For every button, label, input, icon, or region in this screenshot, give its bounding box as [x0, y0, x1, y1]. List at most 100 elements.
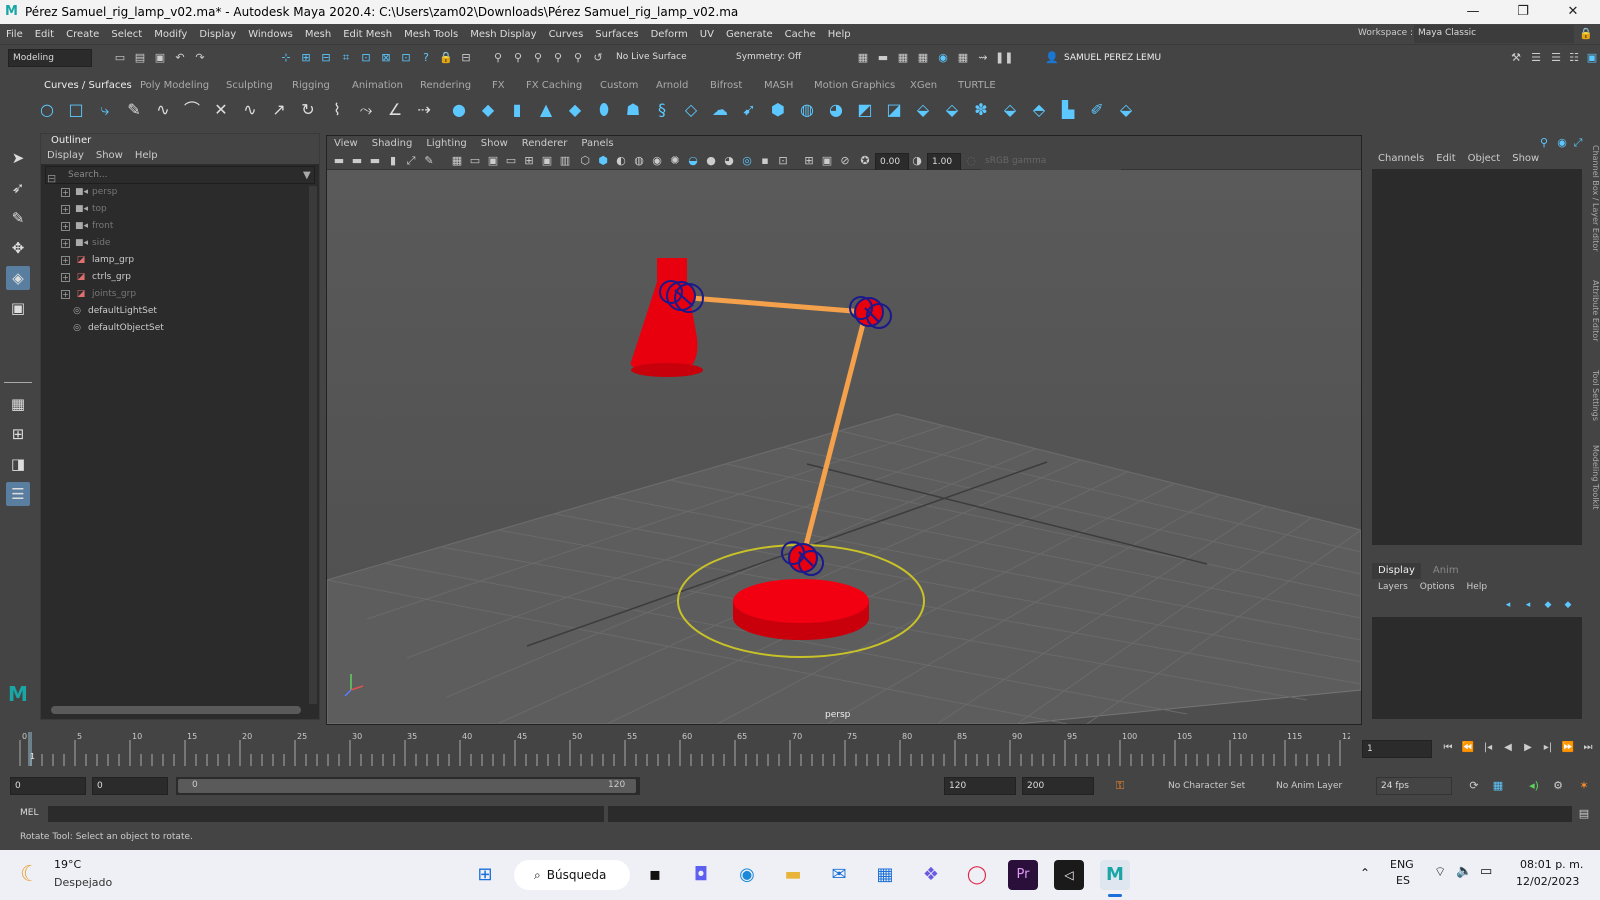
range-slider-handle[interactable]: 0 120 [178, 779, 636, 793]
arnold-ipr-icon[interactable]: ⇝ [975, 50, 991, 66]
bookmarks-icon[interactable]: ▬ [367, 153, 383, 169]
image-plane-icon[interactable]: ▮ [385, 153, 401, 169]
project-curve-icon[interactable]: ◍ [796, 99, 818, 121]
open-scene-icon[interactable]: ▤ [132, 50, 148, 66]
nurbs-cylinder-icon[interactable]: ▮ [506, 99, 528, 121]
task-view-icon[interactable]: ▪ [640, 860, 670, 890]
safe-title-icon[interactable]: ▥ [557, 153, 573, 169]
shelf-tab-fx-caching[interactable]: FX Caching [526, 78, 582, 94]
save-scene-icon[interactable]: ▣ [152, 50, 168, 66]
expand-icon[interactable]: + [61, 255, 70, 265]
extend-surface-icon[interactable]: ⬘ [1028, 99, 1050, 121]
step-forward-key-icon[interactable]: ▸| [1540, 740, 1556, 756]
output-icon[interactable]: ⚲ [530, 50, 546, 66]
new-layer-selected-icon[interactable]: ◆ [1560, 597, 1576, 613]
playback-end-field[interactable]: 120 [944, 777, 1016, 795]
lock-icon[interactable]: 🔒 [1578, 26, 1594, 42]
play-backward-icon[interactable]: ◀ [1500, 740, 1516, 756]
expand-icon[interactable]: + [61, 204, 70, 214]
clock-time[interactable]: 08:01 p. m. [1520, 858, 1583, 871]
start-time-field[interactable]: 0 [10, 777, 86, 795]
lamp-base[interactable] [733, 579, 869, 640]
step-back-icon[interactable]: ⏪ [1460, 740, 1476, 756]
ep-curve-icon[interactable]: ✎ [123, 99, 145, 121]
start-icon[interactable]: ⊞ [470, 860, 500, 890]
insert-isoparm-icon[interactable]: ⬙ [999, 99, 1021, 121]
symmetry-dropdown[interactable]: Symmetry: Off [732, 49, 812, 67]
premiere-icon[interactable]: Pr [1008, 860, 1038, 890]
weather-temp[interactable]: 19°C [54, 858, 81, 871]
minimize-button[interactable]: — [1450, 0, 1496, 24]
shelf-tab-curves-surfaces[interactable]: Curves / Surfaces [44, 78, 132, 94]
mail-icon[interactable]: ✉ [824, 860, 854, 890]
language-secondary[interactable]: ES [1396, 874, 1410, 887]
side-tab-modeling-toolkit[interactable]: Modeling Toolkit [1586, 445, 1600, 509]
detach-surfaces-icon[interactable]: ⬙ [941, 99, 963, 121]
viewport-menu-panels[interactable]: Panels [574, 136, 620, 152]
step-back-key-icon[interactable]: |◂ [1480, 740, 1496, 756]
side-tab-attribute-editor[interactable]: Attribute Editor [1586, 280, 1600, 342]
gate-mask-icon[interactable]: ▭ [503, 153, 519, 169]
redo-icon[interactable]: ↷ [192, 50, 208, 66]
layer-tab-display[interactable]: Display [1372, 563, 1421, 579]
outliner-menu-show[interactable]: Show [90, 148, 129, 164]
camera-attributes-icon[interactable]: ▬ [349, 153, 365, 169]
channel-box-settings-icon[interactable]: ◉ [1554, 135, 1570, 151]
time-ruler[interactable]: 0 5 10 15 20 25 30 35 40 45 50 55 60 65 70 75 80 85 90 95 10… [10, 730, 1350, 768]
move-layer-down-icon[interactable]: ◂ [1520, 597, 1536, 613]
planar-icon[interactable]: ◇ [680, 99, 702, 121]
channel-menu-object[interactable]: Object [1462, 151, 1507, 167]
live-surface-field[interactable]: No Live Surface [612, 49, 702, 67]
backface-culling-icon[interactable]: ⊘ [837, 153, 853, 169]
intersect-surfaces-icon[interactable]: ◕ [825, 99, 847, 121]
scale-tool-icon[interactable]: ▣ [6, 296, 30, 320]
resolution-gate-icon[interactable]: ▣ [485, 153, 501, 169]
tool-settings-icon[interactable]: ☰ [1548, 50, 1564, 66]
menu-curves[interactable]: Curves [543, 29, 590, 40]
viewport-menu-view[interactable]: View [327, 136, 365, 152]
edge-icon[interactable]: ◉ [732, 860, 762, 890]
extend-curve-icon[interactable]: ⌇ [326, 99, 348, 121]
exposure-field[interactable]: 0.00 [875, 153, 909, 171]
maya-taskbar-icon[interactable]: M [1100, 860, 1130, 890]
select-by-object-icon[interactable]: ⊞ [298, 50, 314, 66]
xray-components-icon[interactable]: ▣ [819, 153, 835, 169]
channel-menu-edit[interactable]: Edit [1430, 151, 1461, 167]
shelf-tab-poly-modeling[interactable]: Poly Modeling [140, 78, 209, 94]
lock-selection-icon[interactable]: 🔒 [438, 50, 454, 66]
bevel-plus-icon[interactable]: ⬢ [767, 99, 789, 121]
undo-icon[interactable]: ↶ [172, 50, 188, 66]
snap-surface-icon[interactable]: ? [418, 50, 434, 66]
multisample-aa-icon[interactable]: ◕ [721, 153, 737, 169]
outliner-search-input[interactable]: Search... [45, 166, 315, 184]
select-camera-icon[interactable]: ▬ [331, 153, 347, 169]
nurbs-torus-icon[interactable]: ⬮ [593, 99, 615, 121]
shelf-tab-bifrost[interactable]: Bifrost [710, 78, 742, 94]
ipr-render-icon[interactable]: ▦ [895, 50, 911, 66]
volume-icon[interactable]: 🔈 [1456, 864, 1472, 879]
wireframe-icon[interactable]: ⬡ [577, 153, 593, 169]
anim-layer-dropdown[interactable]: No Anim Layer [1276, 781, 1342, 791]
chat-icon[interactable]: ◘ [686, 860, 716, 890]
shelf-tab-animation[interactable]: Animation [352, 78, 403, 94]
playback-start-field[interactable]: 0 [92, 777, 168, 795]
use-all-lights-icon[interactable]: ◉ [649, 153, 665, 169]
outliner-item-front[interactable]: + ■◂ front [61, 218, 113, 234]
render-icon[interactable]: ⚲ [550, 50, 566, 66]
snap-curve-icon[interactable]: ⊡ [358, 50, 374, 66]
layer-menu-help[interactable]: Help [1461, 579, 1494, 595]
detach-curves-icon[interactable]: ↗ [268, 99, 290, 121]
film-gate-icon[interactable]: ▭ [467, 153, 483, 169]
shelf-tab-fx[interactable]: FX [492, 78, 505, 94]
outliner-item-default-object-set[interactable]: ◎ defaultObjectSet [71, 320, 164, 336]
rebuild-curve-icon[interactable]: ∠ [384, 99, 406, 121]
side-tab-channel-box[interactable]: Channel Box / Layer Editor [1586, 145, 1600, 252]
sculpt-tool-icon[interactable]: ✐ [1086, 99, 1108, 121]
textured-icon[interactable]: ◍ [631, 153, 647, 169]
select-by-component-icon[interactable]: ⊟ [318, 50, 334, 66]
snap-point-icon[interactable]: ⊠ [378, 50, 394, 66]
outliner-item-side[interactable]: + ■◂ side [61, 235, 110, 251]
shadows-icon[interactable]: ✺ [667, 153, 683, 169]
outliner-item-joints-grp[interactable]: + ◪ joints_grp [61, 286, 136, 302]
new-layer-icon[interactable]: ◆ [1540, 597, 1556, 613]
